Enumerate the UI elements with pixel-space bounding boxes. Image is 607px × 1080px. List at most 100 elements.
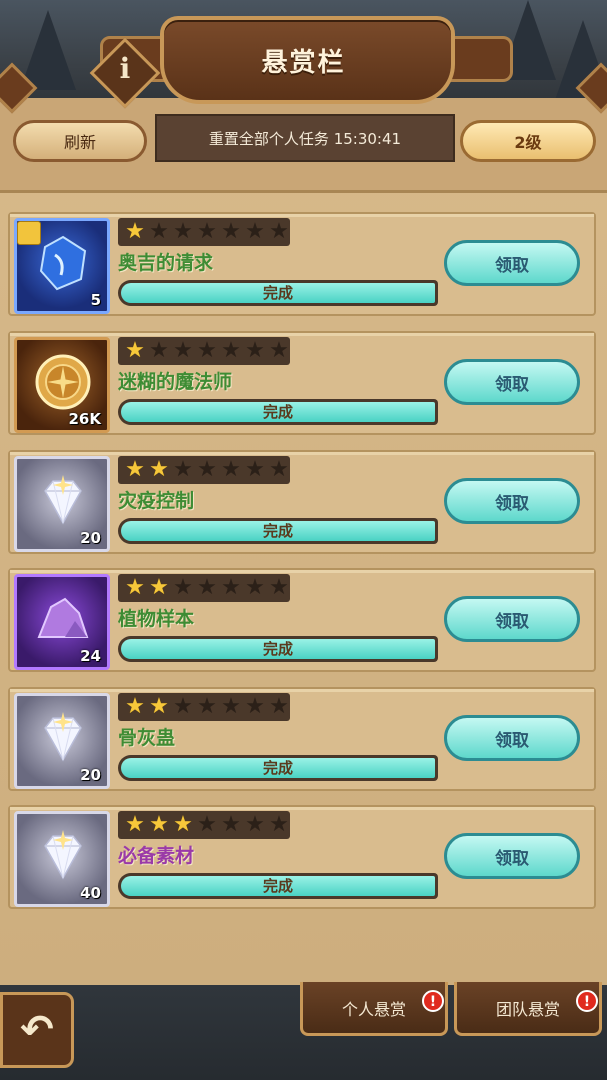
star-empty-icon: ★	[221, 219, 241, 244]
star-empty-icon: ★	[173, 338, 193, 363]
star-filled-icon: ★	[125, 575, 145, 600]
star-empty-icon: ★	[221, 575, 241, 600]
star-filled-icon: ★	[125, 338, 145, 363]
star-empty-icon: ★	[269, 219, 289, 244]
diamond-icon	[35, 473, 91, 529]
item-count: 26K	[68, 410, 102, 428]
quest-name: 必备素材	[118, 845, 195, 867]
star-filled-icon: ★	[125, 457, 145, 482]
gold-coin-icon	[35, 354, 91, 410]
reward-item-slot[interactable]: 20	[14, 693, 110, 789]
quest-name: 植物样本	[118, 608, 195, 630]
progress-label: 完成	[262, 759, 293, 777]
quest-name: 奥吉的请求	[118, 252, 214, 274]
claim-button[interactable]: 领取	[444, 715, 580, 761]
star-filled-icon: ★	[149, 694, 169, 719]
claim-button[interactable]: 领取	[444, 359, 580, 405]
star-empty-icon: ★	[245, 457, 265, 482]
star-rating: ★ ★ ★ ★ ★ ★ ★	[118, 811, 290, 839]
star-empty-icon: ★	[269, 812, 289, 837]
star-empty-icon: ★	[269, 694, 289, 719]
progress-bar: 完成	[118, 280, 438, 306]
star-empty-icon: ★	[221, 338, 241, 363]
star-empty-icon: ★	[269, 338, 289, 363]
quest-row: 26K ★ ★ ★ ★ ★ ★ ★ 迷糊的魔法师 完成 领取	[8, 331, 596, 435]
alert-badge-icon: !	[422, 990, 444, 1012]
alert-badge-icon: !	[576, 990, 598, 1012]
progress-bar: 完成	[118, 518, 438, 544]
quest-row: 20 ★ ★ ★ ★ ★ ★ ★ 灾疫控制 完成 领取	[8, 450, 596, 554]
star-filled-icon: ★	[125, 694, 145, 719]
item-count: 20	[80, 529, 101, 547]
claim-button[interactable]: 领取	[444, 478, 580, 524]
star-empty-icon: ★	[173, 575, 193, 600]
quest-row: 20 ★ ★ ★ ★ ★ ★ ★ 骨灰蛊 完成 领取	[8, 687, 596, 791]
quest-row: 40 ★ ★ ★ ★ ★ ★ ★ 必备素材 完成 领取	[8, 805, 596, 909]
star-empty-icon: ★	[173, 694, 193, 719]
claim-button[interactable]: 领取	[444, 833, 580, 879]
tab-label: 个人悬赏	[341, 999, 406, 1019]
claim-button[interactable]: 领取	[444, 596, 580, 642]
reward-item-slot[interactable]: 26K	[14, 337, 110, 433]
star-filled-icon: ★	[125, 812, 145, 837]
star-empty-icon: ★	[221, 812, 241, 837]
star-rating: ★ ★ ★ ★ ★ ★ ★	[118, 456, 290, 484]
blue-crystal-shard-icon	[35, 235, 91, 291]
star-empty-icon: ★	[269, 575, 289, 600]
star-empty-icon: ★	[269, 457, 289, 482]
level-button[interactable]: 2级	[460, 120, 596, 162]
star-empty-icon: ★	[221, 457, 241, 482]
star-empty-icon: ★	[245, 694, 265, 719]
quest-name: 迷糊的魔法师	[118, 371, 233, 393]
item-count: 40	[80, 884, 101, 902]
star-empty-icon: ★	[149, 219, 169, 244]
progress-label: 完成	[262, 522, 293, 540]
progress-bar: 完成	[118, 399, 438, 425]
reset-timer: 重置全部个人任务 15:30:41	[155, 114, 455, 162]
progress-label: 完成	[262, 284, 293, 302]
diamond-icon	[35, 710, 91, 766]
purple-stone-icon	[35, 591, 91, 647]
star-empty-icon: ★	[197, 575, 217, 600]
claim-button[interactable]: 领取	[444, 240, 580, 286]
progress-bar: 完成	[118, 636, 438, 662]
star-empty-icon: ★	[245, 812, 265, 837]
header: 悬赏栏	[100, 6, 513, 104]
back-arrow-icon: ↶	[20, 1007, 54, 1053]
star-rating: ★ ★ ★ ★ ★ ★ ★	[118, 337, 290, 365]
star-filled-icon: ★	[149, 575, 169, 600]
star-empty-icon: ★	[197, 219, 217, 244]
star-empty-icon: ★	[245, 575, 265, 600]
diamond-icon	[35, 828, 91, 884]
item-count: 20	[80, 766, 101, 784]
progress-label: 完成	[262, 403, 293, 421]
progress-label: 完成	[262, 877, 293, 895]
back-button[interactable]: ↶	[0, 992, 74, 1068]
star-filled-icon: ★	[149, 812, 169, 837]
item-count: 24	[80, 647, 101, 665]
star-empty-icon: ★	[245, 219, 265, 244]
info-icon[interactable]: i	[115, 52, 135, 85]
star-filled-icon: ★	[125, 219, 145, 244]
reward-item-slot[interactable]: 24	[14, 574, 110, 670]
star-empty-icon: ★	[173, 219, 193, 244]
star-filled-icon: ★	[173, 812, 193, 837]
star-empty-icon: ★	[197, 457, 217, 482]
progress-bar: 完成	[118, 755, 438, 781]
quest-row: 24 ★ ★ ★ ★ ★ ★ ★ 植物样本 完成 领取	[8, 568, 596, 672]
page-title: 悬赏栏	[261, 48, 346, 78]
refresh-button[interactable]: 刷新	[13, 120, 147, 162]
reward-item-slot[interactable]: 20	[14, 456, 110, 552]
quest-row: 5 ★ ★ ★ ★ ★ ★ ★ 奥吉的请求 完成 领取	[8, 212, 596, 316]
star-empty-icon: ★	[197, 694, 217, 719]
star-rating: ★ ★ ★ ★ ★ ★ ★	[118, 574, 290, 602]
star-rating: ★ ★ ★ ★ ★ ★ ★	[118, 218, 290, 246]
reward-item-slot[interactable]: 40	[14, 811, 110, 907]
quest-name: 骨灰蛊	[118, 727, 176, 749]
star-empty-icon: ★	[221, 694, 241, 719]
star-empty-icon: ★	[173, 457, 193, 482]
star-rating: ★ ★ ★ ★ ★ ★ ★	[118, 693, 290, 721]
reward-item-slot[interactable]: 5	[14, 218, 110, 314]
star-empty-icon: ★	[149, 338, 169, 363]
progress-bar: 完成	[118, 873, 438, 899]
